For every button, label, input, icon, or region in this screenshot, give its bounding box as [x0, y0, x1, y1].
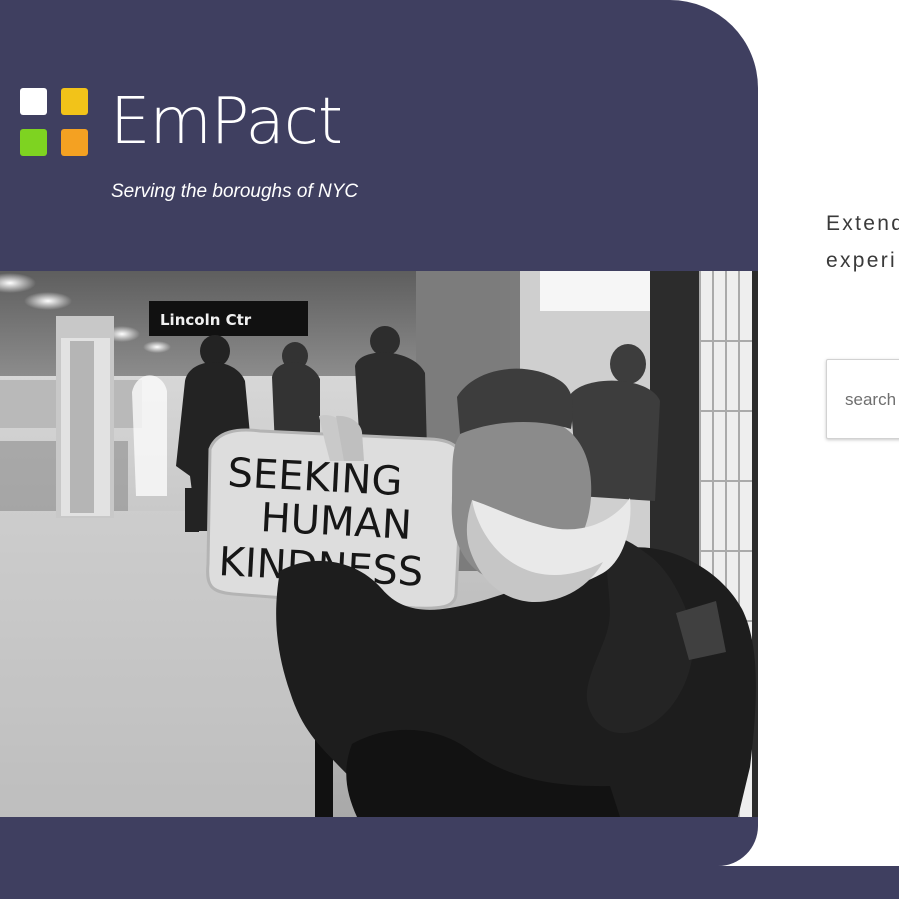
- brand-name: EmPact: [110, 85, 343, 159]
- intro-text: Extend experi: [826, 205, 899, 279]
- logo-square-yellow: [61, 88, 88, 115]
- bottom-band: [0, 866, 899, 899]
- hero-image-svg: Lincoln Ctr SEEKING HUMAN: [0, 271, 758, 817]
- sign-line-2: HUMAN: [259, 495, 412, 549]
- logo-mark: [20, 88, 88, 156]
- logo-square-green: [20, 129, 47, 156]
- page: EmPact Serving the boroughs of NYC Linco…: [0, 0, 899, 899]
- search-box[interactable]: [826, 359, 899, 439]
- intro-line-2: experi: [826, 249, 897, 272]
- tagline: Serving the boroughs of NYC: [111, 181, 359, 202]
- left-panel: EmPact Serving the boroughs of NYC Linco…: [0, 0, 758, 866]
- station-sign: Lincoln Ctr: [160, 311, 252, 329]
- search-input[interactable]: [845, 388, 899, 412]
- hero-image: Lincoln Ctr SEEKING HUMAN: [0, 271, 758, 817]
- intro-line-1: Extend: [826, 212, 899, 235]
- logo-square-orange: [61, 129, 88, 156]
- logo-square-white: [20, 88, 47, 115]
